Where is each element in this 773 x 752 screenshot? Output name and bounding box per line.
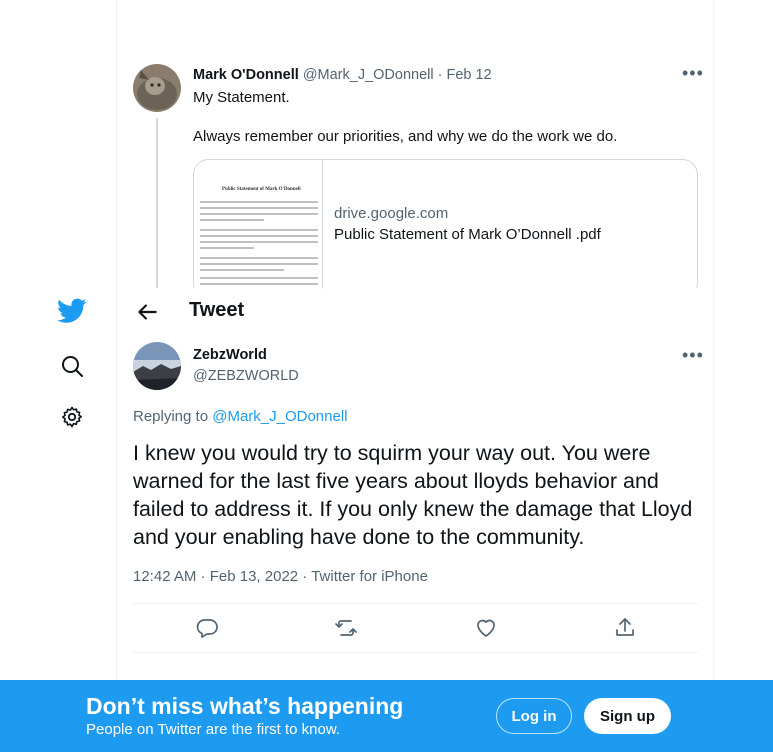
tweet-time[interactable]: 12:42 AM xyxy=(133,568,196,585)
replying-to-link[interactable]: @Mark_J_ODonnell xyxy=(212,408,347,425)
meta-separator: · xyxy=(196,568,210,585)
back-arrow-icon[interactable] xyxy=(134,299,160,325)
like-icon[interactable] xyxy=(474,616,498,640)
tweet-date[interactable]: Feb 12 xyxy=(447,67,492,83)
signup-prompt-bar: Don’t miss what’s happening People on Tw… xyxy=(0,680,773,752)
date-separator: · xyxy=(437,67,443,83)
card-title: Public Statement of Mark O’Donnell .pdf xyxy=(334,226,601,243)
gear-icon[interactable] xyxy=(57,402,87,432)
tweet-source[interactable]: Twitter for iPhone xyxy=(311,568,428,585)
card-domain: drive.google.com xyxy=(334,205,449,222)
share-icon[interactable] xyxy=(613,616,637,640)
tweet-text-line: Always remember our priorities, and why … xyxy=(193,128,618,145)
avatar[interactable] xyxy=(133,342,181,390)
retweet-icon[interactable] xyxy=(334,616,358,640)
page-header: Tweet xyxy=(117,288,713,336)
search-icon[interactable] xyxy=(57,351,87,381)
page-title: Tweet xyxy=(189,299,245,321)
thread-line xyxy=(156,118,158,288)
more-options-icon[interactable]: ••• xyxy=(682,64,704,82)
tweet-date[interactable]: Feb 13, 2022 xyxy=(210,568,298,585)
tweet-header: Mark O'Donnell @Mark_J_ODonnell · Feb 12 xyxy=(193,67,492,83)
author-name[interactable]: ZebzWorld xyxy=(193,347,267,363)
signup-button[interactable]: Sign up xyxy=(584,698,671,734)
prompt-subtitle: People on Twitter are the first to know. xyxy=(86,721,341,738)
author-name[interactable]: Mark O'Donnell xyxy=(193,67,299,83)
prompt-title: Don’t miss what’s happening xyxy=(86,693,404,719)
login-button[interactable]: Log in xyxy=(496,698,572,734)
twitter-bird-icon[interactable] xyxy=(57,296,87,326)
replying-prefix: Replying to xyxy=(133,408,213,425)
avatar[interactable] xyxy=(133,64,181,112)
more-options-icon[interactable]: ••• xyxy=(682,346,704,364)
tweet-text: I knew you would try to squirm your way … xyxy=(133,441,693,549)
meta-separator: · xyxy=(298,568,312,585)
reply-icon[interactable] xyxy=(195,616,219,640)
author-handle[interactable]: @ZEBZWORLD xyxy=(193,368,299,384)
document-thumbnail: Public Statement of Mark O'Donnell xyxy=(194,160,323,298)
author-handle[interactable]: @Mark_J_ODonnell xyxy=(303,67,434,83)
replying-to: Replying to @Mark_J_ODonnell xyxy=(133,408,348,425)
tweet-meta: 12:42 AM · Feb 13, 2022 · Twitter for iP… xyxy=(133,568,428,585)
link-card[interactable]: Public Statement of Mark O'Donnell drive… xyxy=(193,159,698,299)
divider xyxy=(133,603,698,604)
divider xyxy=(133,652,698,653)
tweet-text-line: My Statement. xyxy=(193,89,290,106)
